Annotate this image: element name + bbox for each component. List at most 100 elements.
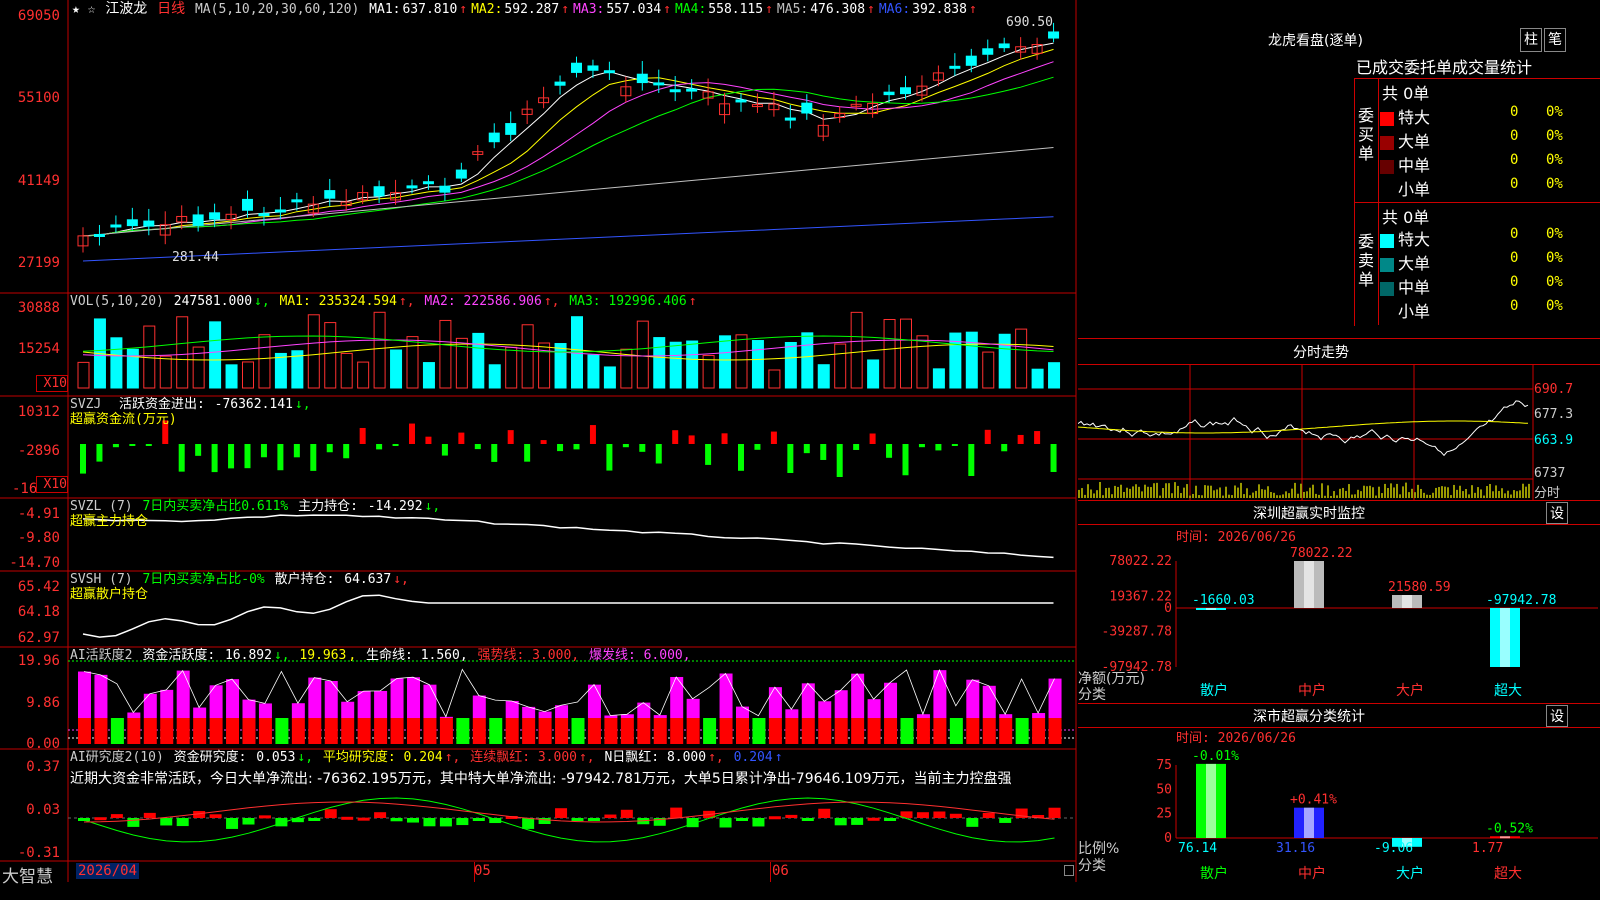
svzj-tick: 10312 bbox=[17, 404, 60, 420]
flow-bar bbox=[491, 444, 498, 462]
flow-bar bbox=[754, 444, 761, 450]
lhb-header: 已成交委托单成交量统计 bbox=[1356, 58, 1533, 77]
bar-view-button[interactable]: 柱 bbox=[1520, 28, 1542, 52]
research-bar bbox=[472, 818, 485, 821]
tick-view-button[interactable]: 笔 bbox=[1544, 28, 1566, 52]
intraday-volume-bar bbox=[1507, 490, 1509, 498]
intraday-volume-bar bbox=[1423, 492, 1425, 498]
intraday-chart[interactable] bbox=[1078, 365, 1600, 500]
period-label[interactable]: 日线 bbox=[157, 1, 185, 17]
lock-icon[interactable] bbox=[1064, 865, 1074, 876]
volume-bar bbox=[932, 368, 945, 389]
intraday-volume-bar bbox=[1333, 491, 1335, 498]
ai-research-text: 近期大资金非常活跃，今日大单净流出: -76362.195万元，其中特大单净流出… bbox=[70, 771, 1012, 787]
active-bar bbox=[966, 718, 980, 744]
intraday-unit: 分时 bbox=[1534, 486, 1561, 501]
candle bbox=[571, 62, 582, 73]
candle bbox=[801, 102, 813, 114]
research-bar bbox=[982, 812, 995, 818]
candle bbox=[669, 89, 681, 93]
intraday-volume-bar bbox=[1444, 486, 1446, 498]
right-panel: 龙虎看盘(逐单) 柱 笔 已成交委托单成交量统计 委买单 共 0单 特大 0 0% 大… bbox=[1078, 0, 1600, 882]
intraday-volume-bar bbox=[1411, 488, 1413, 498]
active-bar bbox=[160, 689, 174, 718]
volume-bar bbox=[472, 332, 485, 389]
intraday-volume-bar bbox=[1288, 493, 1290, 498]
research-bar bbox=[324, 809, 337, 818]
intraday-volume-bar bbox=[1132, 486, 1134, 498]
intraday-volume-bar bbox=[1522, 483, 1524, 498]
active-bar bbox=[127, 718, 141, 744]
bar-0 bbox=[1196, 763, 1226, 838]
intraday-price-line bbox=[1078, 400, 1529, 457]
main-tick: 55100 bbox=[17, 90, 60, 106]
ma-line bbox=[82, 42, 1054, 237]
ma-label: MA4: bbox=[674, 2, 707, 17]
intraday-volume-bar bbox=[1315, 493, 1317, 498]
candle bbox=[373, 186, 385, 197]
svzj-title: SVZJ bbox=[70, 397, 102, 412]
research-bar bbox=[160, 818, 173, 826]
y-tick-label: 0 bbox=[1164, 601, 1172, 616]
bar-value-label: 21580.59 bbox=[1388, 580, 1451, 595]
active-bar bbox=[555, 718, 569, 744]
ma-params: MA(5,10,20,30,60,120) bbox=[194, 2, 360, 17]
category-label: 超大 bbox=[1494, 866, 1522, 882]
volume-bar bbox=[307, 314, 320, 389]
bar-1 bbox=[1294, 807, 1324, 838]
bar-value-label: +0.41% bbox=[1290, 793, 1337, 808]
research-bar bbox=[209, 814, 222, 818]
intraday-volume-bar bbox=[1186, 484, 1188, 498]
volume-bar bbox=[1015, 328, 1028, 389]
active-bar bbox=[801, 718, 815, 744]
candle bbox=[603, 70, 615, 74]
sz-stats-settings-button[interactable]: 设 bbox=[1546, 705, 1568, 727]
active-bar bbox=[374, 690, 388, 718]
bar-value-label: 78022.22 bbox=[1290, 546, 1353, 561]
active-bar bbox=[736, 718, 749, 744]
volume-bar bbox=[817, 364, 830, 389]
flow-bar bbox=[359, 427, 366, 444]
flow-bar bbox=[886, 444, 893, 458]
active-bar bbox=[439, 718, 453, 744]
buy-side-label: 委买单 bbox=[1358, 106, 1375, 163]
active-bar bbox=[324, 680, 338, 718]
flow-bar bbox=[622, 444, 629, 448]
active-bar bbox=[1032, 713, 1046, 718]
candle bbox=[735, 99, 747, 103]
color-swatch-icon bbox=[1380, 281, 1394, 296]
intraday-volume-bar bbox=[1276, 495, 1278, 498]
candle bbox=[636, 73, 648, 84]
intraday-volume-bar bbox=[1093, 493, 1095, 498]
active-bar bbox=[522, 718, 536, 744]
intraday-volume-bar bbox=[1168, 483, 1170, 498]
star-icon[interactable]: ★ ☆ bbox=[72, 2, 95, 17]
ma-values: MA1: 637.810 ↑ MA2: 592.287 ↑ MA3: 557.034 ↑ MA4:… bbox=[369, 2, 981, 17]
intraday-volume-bar bbox=[1294, 482, 1296, 498]
active-bar bbox=[357, 691, 371, 718]
volume-bar bbox=[636, 320, 649, 389]
high-mark: 690.50 bbox=[1006, 15, 1053, 30]
volume-bar bbox=[916, 335, 929, 389]
flow-bar bbox=[836, 444, 843, 477]
intraday-volume-bar bbox=[1138, 486, 1140, 498]
candle bbox=[784, 117, 796, 121]
volume-bar bbox=[587, 354, 600, 389]
bar-highlight bbox=[1206, 763, 1216, 838]
active-bar bbox=[884, 718, 898, 744]
active-bar bbox=[127, 712, 141, 718]
svsh-legend: SVSH (7) 7日内买卖净占比-0% 散户持仓: 64.637 ↓, bbox=[70, 572, 409, 587]
sz-monitor-settings-button[interactable]: 设 bbox=[1546, 502, 1568, 524]
ai-active-name: 资金活跃度: bbox=[142, 648, 216, 663]
volume-bar bbox=[554, 343, 567, 389]
svsh-tick: 62.97 bbox=[17, 630, 60, 646]
lhb-row: 中单 0 0% bbox=[1380, 274, 1600, 297]
research-bar bbox=[258, 815, 271, 819]
vol-ma2: MA2: 222586.906 bbox=[424, 294, 542, 309]
active-bar bbox=[341, 701, 355, 718]
svzl-sub: 超赢主力持仓 bbox=[70, 514, 149, 529]
intraday-volume-bar bbox=[1234, 485, 1236, 498]
volume-bar bbox=[340, 352, 353, 389]
candle bbox=[965, 55, 977, 66]
volume-bar bbox=[488, 364, 501, 389]
